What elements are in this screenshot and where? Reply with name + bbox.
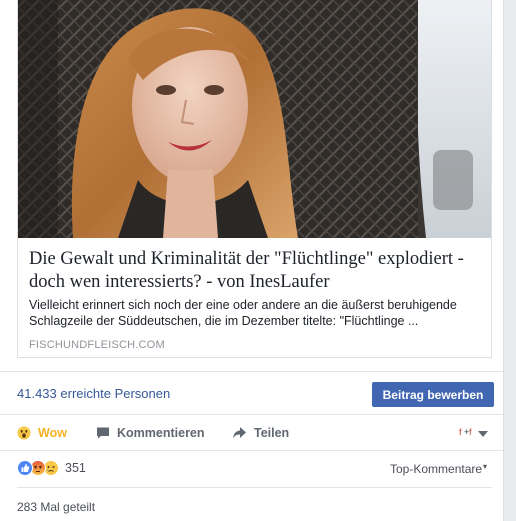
boost-post-button[interactable]: Beitrag bewerben	[372, 382, 494, 407]
comment-label: Kommentieren	[117, 426, 205, 440]
chevron-down-icon: ▾	[483, 462, 488, 471]
post-as-selector[interactable]: f + f	[459, 425, 488, 443]
page-avatar-icon: f + f	[459, 425, 475, 443]
reactions-summary[interactable]: 351	[17, 460, 86, 476]
link-title[interactable]: Die Gewalt und Kriminalität der "Flüchtl…	[29, 248, 484, 294]
svg-text:f: f	[469, 427, 472, 437]
comment-sort-label: Top-Kommentare	[390, 462, 483, 476]
like-icon	[17, 460, 33, 476]
link-description: Vielleicht erinnert sich noch der eine o…	[29, 298, 457, 328]
divider	[17, 487, 492, 488]
link-domain: FISCHUNDFLEISCH.COM	[29, 339, 165, 351]
svg-text:f: f	[459, 427, 462, 437]
post-card: Die Gewalt und Kriminalität der "Flüchtl…	[0, 0, 504, 521]
wow-label: Wow	[38, 426, 67, 440]
share-icon	[232, 426, 247, 440]
reach-stat[interactable]: 41.433 erreichte Personen	[17, 386, 170, 401]
reach-count[interactable]: 41.433	[17, 386, 57, 401]
divider	[0, 371, 503, 372]
comment-sort-dropdown[interactable]: Top-Kommentare▾	[390, 462, 487, 476]
chevron-down-icon	[478, 431, 488, 437]
share-count[interactable]: 283 Mal geteilt	[17, 500, 95, 514]
portrait-photo	[18, 0, 491, 238]
comment-icon	[96, 426, 110, 440]
share-button[interactable]: Teilen	[232, 426, 289, 440]
share-label: Teilen	[254, 426, 290, 440]
link-preview-image[interactable]	[18, 0, 491, 238]
wow-reaction-button[interactable]: Wow	[17, 426, 67, 440]
divider	[0, 414, 503, 415]
wow-icon	[17, 426, 31, 440]
link-preview[interactable]: Die Gewalt und Kriminalität der "Flüchtl…	[17, 0, 492, 358]
reaction-count[interactable]: 351	[65, 461, 86, 475]
reach-label[interactable]: erreichte Personen	[60, 386, 170, 401]
divider	[0, 450, 503, 451]
comment-button[interactable]: Kommentieren	[96, 426, 205, 440]
